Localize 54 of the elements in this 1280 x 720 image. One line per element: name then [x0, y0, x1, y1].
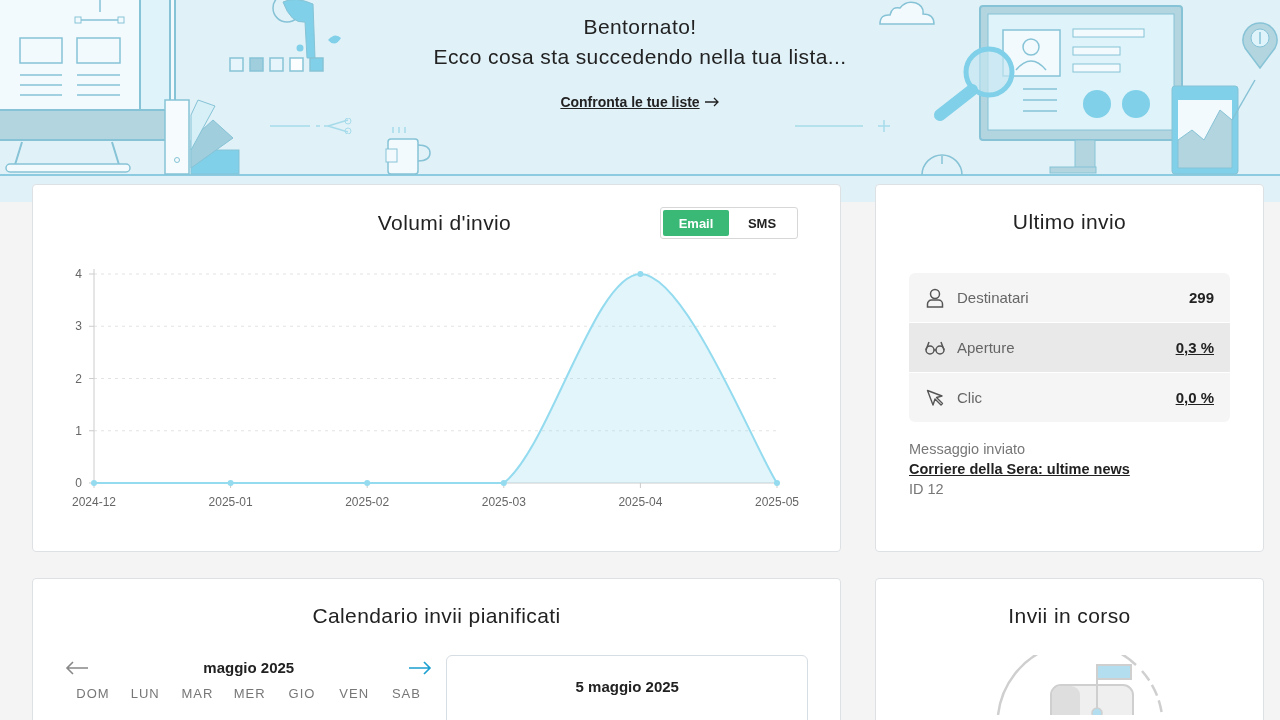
cursor-icon	[925, 388, 945, 407]
y-tick-label: 4	[75, 267, 82, 281]
x-tick-label: 2025-02	[345, 495, 390, 509]
welcome-subtitle: Ecco cosa sta succedendo nella tua lista...	[433, 44, 847, 70]
stat-value-link[interactable]: 0,0 %	[1175, 389, 1214, 406]
data-point	[774, 480, 780, 486]
arrow-left-icon	[65, 660, 89, 675]
compare-lists-link[interactable]: Confronta le tue liste	[560, 94, 720, 110]
stat-value: 299	[1188, 289, 1214, 306]
y-tick-label: 3	[75, 319, 82, 334]
welcome-title: Bentornato!	[583, 14, 697, 40]
y-tick-label: 0	[75, 476, 82, 490]
x-tick-label: 2025-05	[755, 495, 799, 509]
stat-label: Clic	[957, 389, 983, 406]
weekday-label: SAB	[390, 686, 422, 701]
scissors-icon	[270, 118, 352, 134]
x-tick-label: 2024-12	[72, 495, 116, 509]
y-tick-label: 1	[75, 423, 82, 438]
person-icon	[925, 287, 945, 308]
weekday-label: MER	[232, 686, 267, 701]
previous-month-button[interactable]	[65, 660, 89, 675]
x-tick-label: 2025-01	[208, 495, 253, 509]
arrow-right-icon	[408, 660, 433, 675]
card-title: Volumi d'invio	[376, 210, 512, 236]
stat-row[interactable]: Clic 0,0 %	[909, 372, 1230, 422]
weekday-label: VEN	[338, 686, 371, 701]
card-title: Calendario invii pianificati	[311, 603, 562, 629]
stat-row[interactable]: Aperture 0,3 %	[909, 322, 1230, 372]
message-id: ID 12	[909, 480, 944, 499]
data-point	[91, 480, 97, 486]
card-title: Ultimo invio	[1011, 209, 1128, 235]
card-title: Invii in corso	[1007, 603, 1132, 629]
data-point	[364, 480, 371, 486]
stat-label: Aperture	[957, 339, 1016, 356]
data-point	[637, 271, 644, 277]
weekday-label: MAR	[180, 686, 215, 701]
glasses-icon	[925, 340, 945, 355]
y-tick-label: 2	[75, 371, 82, 386]
weekday-label: DOM	[75, 686, 111, 701]
data-point	[227, 480, 234, 486]
weekday-label: GIO	[287, 686, 317, 701]
next-month-button[interactable]	[408, 660, 433, 675]
month-label: maggio 2025	[203, 659, 295, 676]
data-point	[500, 480, 507, 486]
message-title-link[interactable]: Corriere della Sera: ultime news	[909, 459, 1130, 479]
message-label: Messaggio inviato	[909, 440, 1026, 459]
selected-date: 5 maggio 2025	[575, 678, 679, 695]
stat-label: Destinatari	[957, 289, 1030, 306]
arrow-right-icon	[703, 97, 720, 107]
x-tick-label: 2025-03	[481, 495, 526, 509]
weekday-label: LUN	[129, 686, 161, 701]
stat-row[interactable]: Destinatari 299	[909, 273, 1230, 322]
stat-value-link[interactable]: 0,3 %	[1175, 339, 1214, 356]
x-tick-label: 2025-04	[618, 495, 663, 509]
